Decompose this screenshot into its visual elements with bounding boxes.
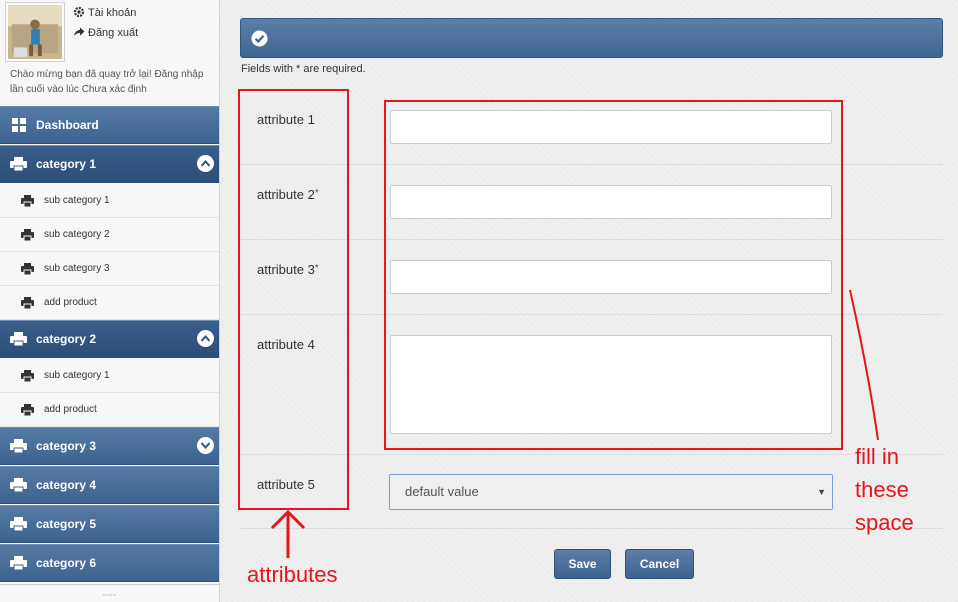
sidebar-item-label: Dashboard	[36, 118, 99, 132]
cancel-button[interactable]: Cancel	[625, 549, 694, 579]
field-label-text: attribute 4	[257, 337, 315, 352]
field-label-text: attribute 3	[257, 262, 315, 277]
printer-icon	[21, 297, 34, 309]
sidebar-subitem-label: sub category 1	[44, 195, 110, 206]
printer-icon	[10, 439, 27, 453]
fill-annotation-line-1: fill in	[855, 444, 900, 469]
welcome-message: Chào mừng bạn đã quay trở lại! Đăng nhập…	[10, 69, 204, 95]
account-link[interactable]: Tài khoản	[73, 5, 136, 21]
sidebar-item-label: category 6	[36, 556, 97, 570]
attribute-3-input[interactable]	[390, 260, 832, 294]
required-fields-note: Fields with * are required.	[241, 63, 366, 75]
sidebar-item-label: category 5	[36, 517, 97, 531]
printer-icon	[21, 404, 34, 416]
sidebar-item-label: category 2	[36, 332, 97, 346]
field-label: attribute 4	[257, 337, 315, 352]
chevron-down-icon[interactable]	[197, 437, 214, 454]
sidebar-subitem[interactable]: add product	[0, 393, 219, 427]
printer-icon	[21, 263, 34, 275]
fill-annotation-line-2: these	[855, 477, 909, 502]
sidebar-subitem-label: sub category 2	[44, 229, 110, 240]
grip-icon: ▫▫▫▫	[102, 592, 117, 599]
sidebar-item-category-2[interactable]: category 2	[0, 320, 219, 358]
logout-label: Đăng xuất	[88, 27, 139, 39]
sidebar: Tài khoản Đăng xuất Chào mừng bạn đã qua…	[0, 0, 220, 602]
sidebar-item-category-3[interactable]: category 3	[0, 427, 219, 465]
share-arrow-icon	[74, 27, 85, 36]
sidebar-subitem-label: add product	[44, 297, 97, 308]
form-row-attribute-3: attribute 3*	[240, 240, 943, 315]
field-label: attribute 3*	[257, 262, 319, 277]
printer-icon	[10, 517, 27, 531]
sidebar-subitem[interactable]: sub category 1	[0, 359, 219, 393]
fill-annotation-line-3: space	[855, 510, 914, 535]
chevron-up-icon[interactable]	[197, 155, 214, 172]
printer-icon	[10, 556, 27, 570]
attribute-2-input[interactable]	[390, 185, 832, 219]
sidebar-subitem[interactable]: sub category 3	[0, 252, 219, 286]
account-label: Tài khoản	[88, 7, 137, 19]
sidebar-subitem-label: sub category 3	[44, 263, 110, 274]
field-label-text: attribute 5	[257, 477, 315, 492]
printer-icon	[10, 478, 27, 492]
form-row-attribute-2: attribute 2*	[240, 165, 943, 240]
sidebar-item-category-6[interactable]: category 6	[0, 544, 219, 582]
attribute-4-textarea[interactable]	[390, 335, 832, 434]
sidebar-subitem[interactable]: sub category 1	[0, 184, 219, 218]
avatar-photo	[8, 5, 62, 59]
gear-icon	[73, 6, 85, 18]
sidebar-collapse-handle[interactable]: ▫▫▫▫	[0, 584, 219, 602]
printer-icon	[21, 370, 34, 382]
printer-icon	[21, 195, 34, 207]
select-value: default value	[405, 484, 479, 499]
check-circle-icon	[251, 30, 268, 47]
dropdown-caret-icon: ▼	[817, 487, 826, 497]
sidebar-subitem[interactable]: add product	[0, 286, 219, 320]
chevron-up-icon[interactable]	[197, 330, 214, 347]
attribute-1-input[interactable]	[390, 110, 832, 144]
field-label: attribute 2*	[257, 187, 319, 202]
dashboard-icon	[12, 118, 26, 132]
sidebar-item-label: category 3	[36, 439, 97, 453]
sidebar-item-label: category 4	[36, 478, 97, 492]
field-label: attribute 5	[257, 477, 315, 492]
printer-icon	[10, 332, 27, 346]
sidebar-item-category-5[interactable]: category 5	[0, 505, 219, 543]
sidebar-item-dashboard[interactable]: Dashboard	[0, 106, 219, 144]
sidebar-item-label: category 1	[36, 157, 97, 171]
sidebar-subitem-label: add product	[44, 404, 97, 415]
field-label-text: attribute 1	[257, 112, 315, 127]
user-panel: Tài khoản Đăng xuất Chào mừng bạn đã qua…	[0, 0, 219, 106]
form-row-attribute-1: attribute 1	[240, 90, 943, 165]
save-button[interactable]: Save	[554, 549, 611, 579]
logout-link[interactable]: Đăng xuất	[73, 25, 138, 41]
sidebar-subitem-label: sub category 1	[44, 370, 110, 381]
sidebar-item-category-1[interactable]: category 1	[0, 145, 219, 183]
field-label: attribute 1	[257, 112, 315, 127]
sidebar-subitem[interactable]: sub category 2	[0, 218, 219, 252]
required-marker: *	[314, 188, 319, 199]
avatar[interactable]	[5, 2, 65, 62]
printer-icon	[10, 157, 27, 171]
field-label-text: attribute 2	[257, 187, 315, 202]
required-marker: *	[314, 263, 319, 274]
printer-icon	[21, 229, 34, 241]
form-header	[240, 18, 943, 58]
attributes-annotation: attributes	[247, 562, 338, 587]
form-row-attribute-5: attribute 5 default value ▼	[240, 455, 943, 529]
sidebar-item-category-4[interactable]: category 4	[0, 466, 219, 504]
attribute-5-select[interactable]: default value ▼	[389, 474, 833, 510]
form-row-attribute-4: attribute 4	[240, 315, 943, 455]
